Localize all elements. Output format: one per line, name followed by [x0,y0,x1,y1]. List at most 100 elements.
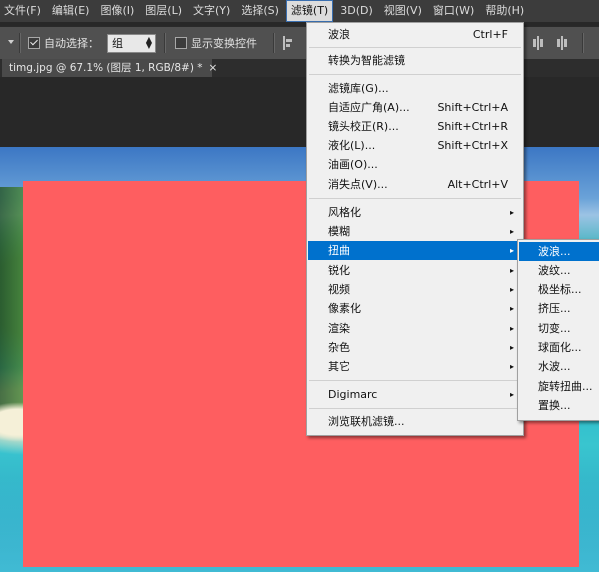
submenu-arrow-icon: ▸ [509,208,514,217]
menu-item-label: 置换... [538,399,571,412]
menu-item-label: 浏览联机滤镜... [328,415,405,428]
menu-item-label: 扭曲 [328,244,350,257]
menu-item-stylize[interactable]: 风格化 ▸ [308,203,522,222]
menu-help[interactable]: 帮助(H) [481,0,528,22]
menu-item-label: 切变... [538,322,571,335]
menu-item-shortcut: Shift+Ctrl+A [437,101,508,114]
menu-type[interactable]: 文字(Y) [189,0,234,22]
menu-item-label: 锐化 [328,264,350,277]
menu-separator [309,408,521,409]
menu-separator [309,47,521,48]
menu-item-blur[interactable]: 模糊 ▸ [308,222,522,241]
submenu-item-wave[interactable]: 波浪... [519,242,599,261]
menu-item-label: 波浪... [538,245,571,258]
menu-item-label: 挤压... [538,302,571,315]
menu-separator [309,198,521,199]
auto-select-checkbox[interactable] [28,37,40,49]
updown-arrows-icon: ▲ ▼ [145,35,152,50]
submenu-arrow-icon: ▸ [509,343,514,352]
menu-item-label: 其它 [328,360,350,373]
menu-item-label: 消失点(V)... [328,178,388,191]
menu-window[interactable]: 窗口(W) [429,0,478,22]
menu-item-label: 转换为智能滤镜 [328,54,405,67]
options-divider [164,33,166,53]
menu-item-label: 模糊 [328,225,350,238]
menu-item-distort[interactable]: 扭曲 ▸ [308,241,522,260]
tool-preset-dropdown-icon[interactable] [8,40,14,44]
menu-item-render[interactable]: 渲染 ▸ [308,319,522,338]
document-tab[interactable]: timg.jpg @ 67.1% (图层 1, RGB/8#) * × [2,59,217,77]
auto-select-value: 组 [112,37,123,50]
submenu-item-twirl[interactable]: 旋转扭曲... [519,377,599,396]
menu-item-other[interactable]: 其它 ▸ [308,357,522,376]
menu-separator [309,74,521,75]
menu-item-pixelate[interactable]: 像素化 ▸ [308,299,522,318]
menu-item-label: Digimarc [328,388,378,401]
menu-file[interactable]: 文件(F) [0,0,45,22]
menu-item-label: 视频 [328,283,350,296]
submenu-arrow-icon: ▸ [509,285,514,294]
menu-image[interactable]: 图像(I) [96,0,138,22]
menu-item-label: 极坐标... [538,283,582,296]
menu-item-oil-paint[interactable]: 油画(O)... [308,155,522,174]
submenu-item-spherize[interactable]: 球面化... [519,338,599,357]
submenu-item-shear[interactable]: 切变... [519,319,599,338]
menu-select[interactable]: 选择(S) [237,0,283,22]
options-divider [19,33,21,53]
menu-item-label: 风格化 [328,206,361,219]
menu-item-label: 自适应广角(A)... [328,101,410,114]
menu-item-label: 渲染 [328,322,350,335]
menu-item-filter-gallery[interactable]: 滤镜库(G)... [308,79,522,98]
submenu-arrow-icon: ▸ [509,227,514,236]
menu-item-shortcut: Shift+Ctrl+R [437,120,508,133]
menu-edit[interactable]: 编辑(E) [48,0,94,22]
submenu-arrow-icon: ▸ [509,304,514,313]
submenu-item-zigzag[interactable]: 水波... [519,357,599,376]
menu-item-convert-smart-filter[interactable]: 转换为智能滤镜 [308,51,522,70]
menu-separator [309,380,521,381]
menu-item-adaptive-wide-angle[interactable]: 自适应广角(A)... Shift+Ctrl+A [308,98,522,117]
menu-view[interactable]: 视图(V) [380,0,426,22]
submenu-arrow-icon: ▸ [509,266,514,275]
menu-item-label: 波浪 [328,28,350,41]
document-tab-title: timg.jpg @ 67.1% (图层 1, RGB/8#) * [9,62,203,74]
show-transform-checkbox[interactable] [175,37,187,49]
menu-item-sharpen[interactable]: 锐化 ▸ [308,261,522,280]
submenu-item-ripple[interactable]: 波纹... [519,261,599,280]
menu-item-shortcut: Shift+Ctrl+X [437,139,508,152]
submenu-item-pinch[interactable]: 挤压... [519,299,599,318]
distort-submenu: 波浪... 波纹... 极坐标... 挤压... 切变... 球面化... 水波… [517,239,599,421]
menu-item-liquify[interactable]: 液化(L)... Shift+Ctrl+X [308,136,522,155]
auto-select-label: 自动选择： [44,37,99,50]
menu-item-lens-correction[interactable]: 镜头校正(R)... Shift+Ctrl+R [308,117,522,136]
menu-item-label: 水波... [538,360,571,373]
show-transform-label: 显示变换控件 [191,37,257,50]
submenu-arrow-icon: ▸ [509,362,514,371]
menu-item-browse-online-filters[interactable]: 浏览联机滤镜... [308,412,522,431]
menu-item-label: 油画(O)... [328,158,378,171]
menu-item-shortcut: Ctrl+F [472,28,508,41]
menu-layer[interactable]: 图层(L) [141,0,186,22]
menu-filter[interactable]: 滤镜(T) [285,0,334,22]
auto-select-dropdown[interactable]: 组 ▲ ▼ [107,34,156,53]
menu-item-label: 镜头校正(R)... [328,120,399,133]
menu-item-label: 球面化... [538,341,582,354]
menu-item-digimarc[interactable]: Digimarc ▸ [308,385,522,404]
menu-item-video[interactable]: 视频 ▸ [308,280,522,299]
menu-item-vanishing-point[interactable]: 消失点(V)... Alt+Ctrl+V [308,175,522,194]
options-divider [273,33,275,53]
submenu-item-polar-coordinates[interactable]: 极坐标... [519,280,599,299]
menu-3d[interactable]: 3D(D) [336,0,377,22]
menu-item-last-filter[interactable]: 波浪 Ctrl+F [308,25,522,44]
options-divider [582,33,584,53]
align-left-edges-icon[interactable] [283,36,293,50]
menu-item-label: 旋转扭曲... [538,380,593,393]
submenu-arrow-icon: ▸ [509,390,514,399]
submenu-item-displace[interactable]: 置换... [519,396,599,415]
menu-item-label: 液化(L)... [328,139,376,152]
distribute-centers-icon[interactable] [533,36,543,50]
close-icon[interactable]: × [209,62,218,74]
submenu-arrow-icon: ▸ [509,246,514,255]
menu-item-noise[interactable]: 杂色 ▸ [308,338,522,357]
distribute-right-icon[interactable] [557,36,567,50]
